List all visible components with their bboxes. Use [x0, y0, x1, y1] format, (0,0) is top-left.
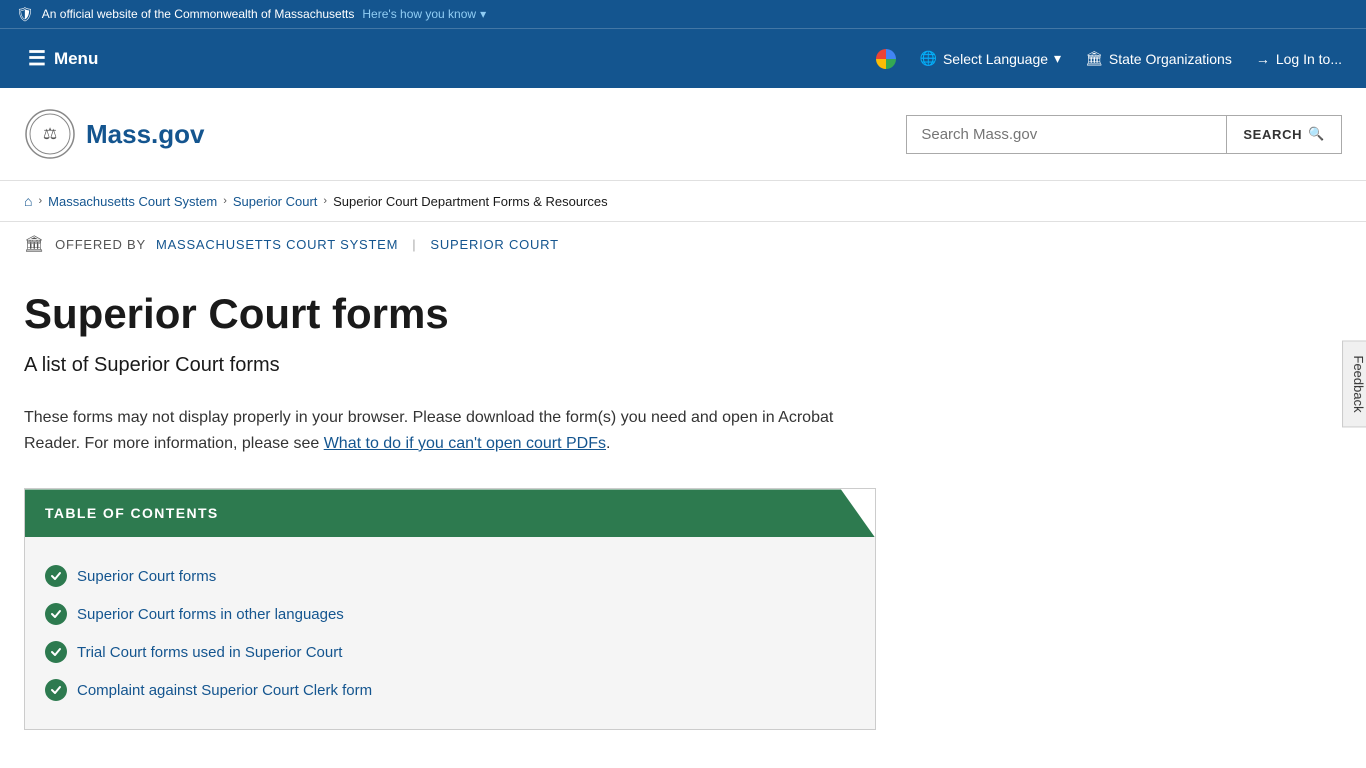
- site-header: ⚖ Mass.gov SEARCH 🔍: [0, 88, 1366, 181]
- nav-left: ☰ Menu: [24, 38, 102, 79]
- feedback-tab[interactable]: Feedback: [1342, 340, 1366, 427]
- toc-container: TABLE OF CONTENTS Superior Court forms S…: [24, 488, 876, 730]
- toc-item: Superior Court forms in other languages: [45, 595, 855, 633]
- toc-link[interactable]: Complaint against Superior Court Clerk f…: [77, 682, 372, 699]
- building-icon: 🏛: [1085, 50, 1103, 67]
- toc-check-icon: [45, 679, 67, 701]
- offered-by: 🏛 OFFERED BY Massachusetts Court System …: [0, 222, 1366, 266]
- nav-right: 🌐 Select Language ▾ 🏛 State Organization…: [876, 49, 1342, 69]
- breadcrumb: ⌂ › Massachusetts Court System › Superio…: [0, 181, 1366, 222]
- menu-button[interactable]: ☰ Menu: [24, 38, 102, 79]
- home-icon: ⌂: [24, 193, 32, 209]
- breadcrumb-current: Superior Court Department Forms & Resour…: [333, 194, 608, 209]
- breadcrumb-home-link[interactable]: ⌂: [24, 193, 32, 209]
- top-banner: 🛡 An official website of the Commonwealt…: [0, 0, 1366, 28]
- toc-body: Superior Court forms Superior Court form…: [25, 537, 875, 729]
- svg-text:⚖: ⚖: [43, 126, 57, 143]
- mass-gov-logo: ⚖: [24, 108, 76, 160]
- toc-header: TABLE OF CONTENTS: [25, 489, 875, 537]
- search-input[interactable]: [906, 115, 1226, 154]
- google-translate-icon: [876, 49, 896, 69]
- shield-icon: 🛡: [16, 6, 34, 23]
- logo-text: Mass.gov: [86, 119, 205, 150]
- offered-by-divider: |: [412, 237, 416, 252]
- breadcrumb-sep-2: ›: [223, 195, 227, 207]
- heres-how-link[interactable]: Here's how you know ▾: [362, 7, 486, 21]
- page-subtitle: A list of Superior Court forms: [24, 354, 876, 377]
- logo-link[interactable]: ⚖ Mass.gov: [24, 108, 205, 160]
- offered-by-org1-link[interactable]: Massachusetts Court System: [156, 237, 398, 252]
- search-button[interactable]: SEARCH 🔍: [1226, 115, 1342, 154]
- official-text: An official website of the Commonwealth …: [42, 7, 355, 21]
- offered-by-org2-link[interactable]: Superior Court: [430, 237, 558, 252]
- breadcrumb-mass-court-link[interactable]: Massachusetts Court System: [48, 194, 217, 209]
- breadcrumb-superior-court-link[interactable]: Superior Court: [233, 194, 318, 209]
- toc-link[interactable]: Superior Court forms: [77, 568, 216, 585]
- toc-check-icon: [45, 603, 67, 625]
- search-icon: 🔍: [1308, 126, 1325, 142]
- toc-item: Trial Court forms used in Superior Court: [45, 633, 855, 671]
- toc-item: Complaint against Superior Court Clerk f…: [45, 671, 855, 709]
- breadcrumb-sep-3: ›: [323, 195, 327, 207]
- toc-check-icon: [45, 641, 67, 663]
- globe-icon: 🌐: [920, 50, 937, 67]
- hamburger-icon: ☰: [28, 46, 46, 71]
- toc-item: Superior Court forms: [45, 557, 855, 595]
- court-pdfs-link[interactable]: What to do if you can't open court PDFs: [324, 435, 606, 452]
- login-icon: →: [1256, 51, 1270, 67]
- state-organizations-link[interactable]: 🏛 State Organizations: [1085, 50, 1232, 67]
- main-content: Superior Court forms A list of Superior …: [0, 266, 900, 762]
- breadcrumb-sep-1: ›: [38, 195, 42, 207]
- select-language-button[interactable]: 🌐 Select Language ▾: [920, 50, 1062, 67]
- search-area: SEARCH 🔍: [906, 115, 1342, 154]
- toc-link[interactable]: Superior Court forms in other languages: [77, 606, 344, 623]
- log-in-link[interactable]: → Log In to...: [1256, 51, 1342, 67]
- toc-link[interactable]: Trial Court forms used in Superior Court: [77, 644, 342, 661]
- chevron-down-icon: ▾: [1054, 50, 1061, 67]
- page-title: Superior Court forms: [24, 290, 876, 338]
- toc-check-icon: [45, 565, 67, 587]
- chevron-down-icon: ▾: [480, 7, 486, 21]
- main-nav: ☰ Menu 🌐 Select Language ▾ 🏛 State Organ…: [0, 28, 1366, 88]
- page-description: These forms may not display properly in …: [24, 405, 876, 456]
- org-icon: 🏛: [24, 234, 45, 254]
